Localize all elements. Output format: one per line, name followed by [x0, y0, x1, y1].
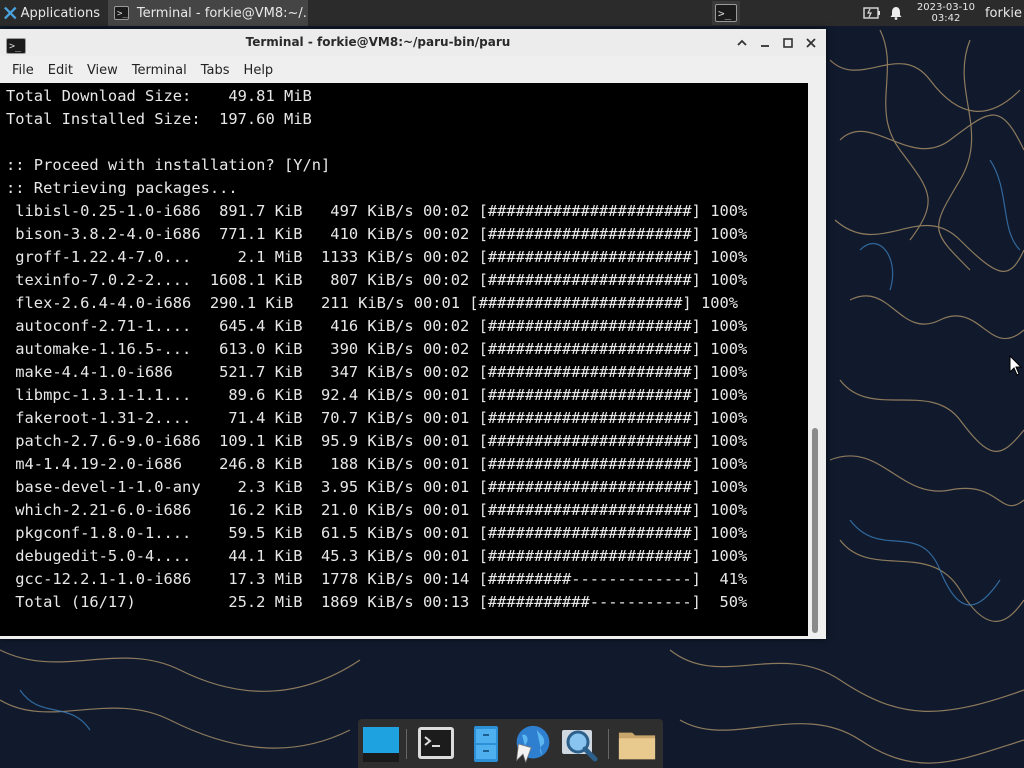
- terminal-line: patch-2.7.6-9.0-i686 109.1 KiB 95.9 KiB/…: [6, 432, 748, 450]
- system-tray: 2023-03-10 03:42 forkie: [863, 0, 1024, 26]
- terminal-icon: >_: [715, 4, 737, 22]
- terminal-icon: [418, 727, 454, 759]
- panel-terminal-launcher[interactable]: >_: [712, 1, 740, 25]
- terminal-line: :: Retrieving packages...: [6, 179, 238, 197]
- terminal-line: :: Proceed with installation? [Y/n]: [6, 156, 331, 174]
- folder-icon: [618, 732, 656, 760]
- terminal-line: libmpc-1.3.1-1.1... 89.6 KiB 92.4 KiB/s …: [6, 386, 748, 404]
- taskbar-window-title: Terminal - forkie@VM8:~/...: [136, 5, 308, 21]
- shade-button[interactable]: [730, 32, 753, 54]
- close-icon: [805, 38, 816, 48]
- mouse-cursor-icon: [1009, 355, 1023, 376]
- terminal-line: m4-1.4.19-2.0-i686 246.8 KiB 188 KiB/s 0…: [6, 455, 748, 473]
- xfce-logo-icon: [4, 6, 17, 20]
- terminal-line: debugedit-5.0-4.... 44.1 KiB 45.3 KiB/s …: [6, 547, 748, 565]
- taskbar-terminal-window-button[interactable]: >_ Terminal - forkie@VM8:~/...: [108, 0, 308, 26]
- terminal-line: Total Download Size: 49.81 MiB: [6, 87, 312, 105]
- close-button[interactable]: [799, 32, 822, 54]
- menu-file[interactable]: File: [5, 63, 41, 78]
- minimize-icon: [760, 45, 769, 47]
- user-menu-button[interactable]: forkie: [985, 6, 1022, 21]
- web-browser-icon: [516, 725, 550, 764]
- menu-view[interactable]: View: [80, 63, 125, 78]
- terminal-line: bison-3.8.2-4.0-i686 771.1 KiB 410 KiB/s…: [6, 225, 748, 243]
- clock-date: 2023-03-10: [916, 2, 975, 13]
- terminal-icon: >_: [114, 6, 129, 20]
- search-icon: [562, 730, 598, 762]
- dock-terminal-launcher[interactable]: [416, 723, 456, 765]
- chevron-up-icon: [736, 39, 747, 46]
- terminal-output[interactable]: Total Download Size: 49.81 MiB Total Ins…: [0, 83, 808, 636]
- terminal-text: Total Download Size: 49.81 MiB Total Ins…: [0, 85, 808, 614]
- terminal-line: gcc-12.2.1-1.0-i686 17.3 MiB 1778 KiB/s …: [6, 570, 748, 588]
- notification-bell-icon[interactable]: [889, 6, 903, 20]
- menu-edit[interactable]: Edit: [41, 63, 80, 78]
- terminal-line: Total Installed Size: 197.60 MiB: [6, 110, 312, 128]
- top-panel: Applications >_ Terminal - forkie@VM8:~/…: [0, 0, 1024, 26]
- terminal-line: which-2.21-6.0-i686 16.2 KiB 21.0 KiB/s …: [6, 501, 748, 519]
- terminal-line: fakeroot-1.31-2.... 71.4 KiB 70.7 KiB/s …: [6, 409, 748, 427]
- terminal-scrollbar[interactable]: [808, 83, 824, 636]
- maximize-icon: [782, 38, 793, 48]
- dock-separator: [608, 729, 609, 759]
- terminal-line: Total (16/17) 25.2 MiB 1869 KiB/s 00:13 …: [6, 593, 748, 611]
- dock-web-browser-launcher[interactable]: [513, 723, 553, 765]
- terminal-line: base-devel-1-1.0-any 2.3 KiB 3.95 KiB/s …: [6, 478, 748, 496]
- show-desktop-icon: [363, 727, 399, 762]
- terminal-line: libisl-0.25-1.0-i686 891.7 KiB 497 KiB/s…: [6, 202, 748, 220]
- file-cabinet-icon: [474, 726, 498, 762]
- dock-files-launcher[interactable]: [617, 723, 657, 765]
- menu-terminal[interactable]: Terminal: [125, 63, 194, 78]
- clock[interactable]: 2023-03-10 03:42: [917, 2, 975, 24]
- menu-tabs[interactable]: Tabs: [194, 63, 237, 78]
- terminal-line: groff-1.22.4-7.0... 2.1 MiB 1133 KiB/s 0…: [6, 248, 748, 266]
- menu-bar: File Edit View Terminal Tabs Help: [0, 59, 826, 81]
- dock-search-launcher[interactable]: [560, 723, 600, 765]
- terminal-line: make-4.4-1.0-i686 521.7 KiB 347 KiB/s 00…: [6, 363, 748, 381]
- minimize-button[interactable]: [753, 32, 776, 54]
- window-title: Terminal - forkie@VM8:~/paru-bin/paru: [245, 35, 511, 49]
- terminal-line: autoconf-2.71-1.... 645.4 KiB 416 KiB/s …: [6, 317, 748, 335]
- window-controls: [730, 32, 822, 54]
- clock-time: 03:42: [931, 13, 961, 24]
- show-desktop-button[interactable]: [361, 723, 401, 765]
- terminal-window: >_ Terminal - forkie@VM8:~/paru-bin/paru…: [0, 29, 826, 639]
- terminal-line: flex-2.6.4-4.0-i686 290.1 KiB 211 KiB/s …: [6, 294, 739, 312]
- dock: [358, 719, 663, 768]
- terminal-line: pkgconf-1.8.0-1.... 59.5 KiB 61.5 KiB/s …: [6, 524, 748, 542]
- dock-file-cabinet-launcher[interactable]: [466, 723, 506, 765]
- terminal-line: automake-1.16.5-... 613.0 KiB 390 KiB/s …: [6, 340, 748, 358]
- menu-help[interactable]: Help: [237, 63, 281, 78]
- applications-label: Applications: [20, 5, 100, 21]
- battery-icon[interactable]: [863, 7, 881, 19]
- window-titlebar[interactable]: >_ Terminal - forkie@VM8:~/paru-bin/paru: [0, 29, 826, 56]
- applications-menu-button[interactable]: Applications: [0, 0, 102, 26]
- dock-separator: [406, 729, 407, 759]
- maximize-button[interactable]: [776, 32, 799, 54]
- scrollbar-thumb[interactable]: [812, 428, 818, 633]
- terminal-line: texinfo-7.0.2-2.... 1608.1 KiB 807 KiB/s…: [6, 271, 748, 289]
